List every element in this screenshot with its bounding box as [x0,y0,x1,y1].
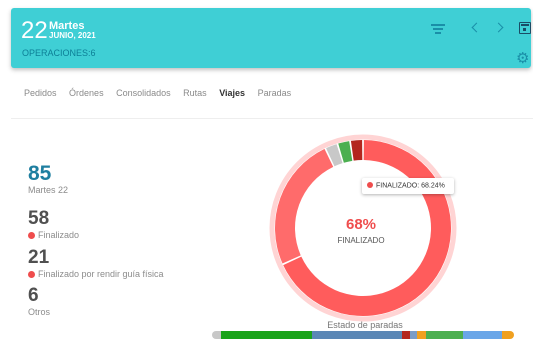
paradas-chart-title: Estado de paradas [327,320,403,330]
paradas-bar-segment [426,331,463,339]
donut-tooltip: FINALIZADO: 68.24% [362,178,454,194]
status-donut-chart [269,134,457,322]
paradas-bar-segment [417,331,427,339]
paradas-bar-segment [409,331,418,339]
donut-segment [275,148,334,264]
donut-center-value: 68% [345,216,377,233]
paradas-bar-segment [212,331,222,339]
tooltip-dot-icon [367,182,373,188]
paradas-bar-segment [221,331,312,339]
tooltip-text: FINALIZADO: 68.24% [376,182,445,190]
paradas-bar-segment [311,331,403,339]
paradas-bar-segment [462,331,502,339]
paradas-bar-segment [501,331,514,339]
donut-center-label: FINALIZADO [337,236,385,245]
donut-segment [350,140,363,161]
paradas-bar-segment [402,331,410,339]
paradas-stacked-bar [212,331,514,339]
